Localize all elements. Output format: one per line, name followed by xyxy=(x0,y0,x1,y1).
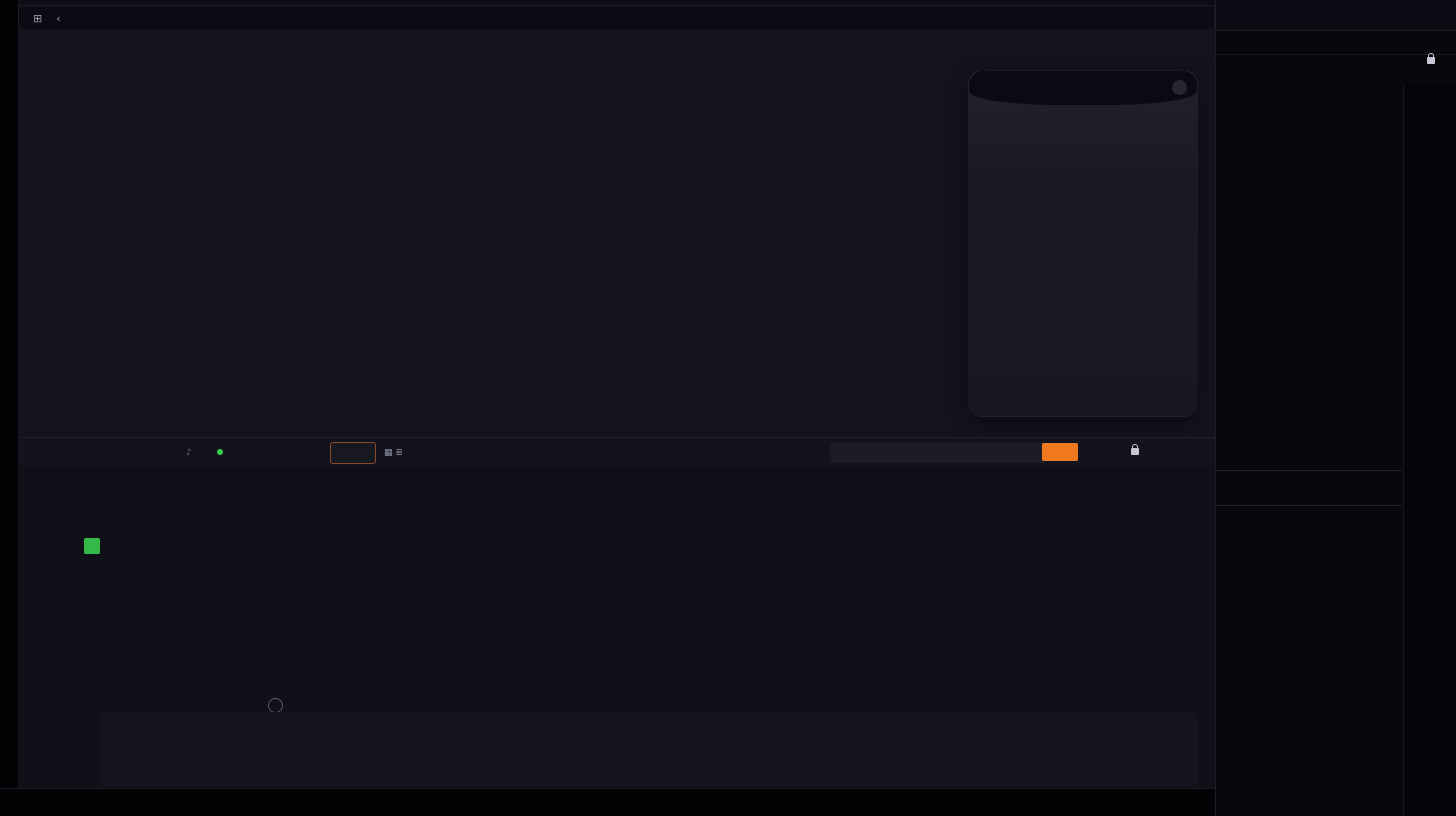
clock-readout xyxy=(1126,448,1139,458)
mute-icon[interactable]: ♪ xyxy=(186,448,192,458)
back-icon[interactable]: ‹ xyxy=(56,12,60,25)
grid-view-icon[interactable]: ▦ ≣ xyxy=(384,448,403,458)
axis-circle-icon[interactable] xyxy=(268,698,283,713)
status-pill[interactable] xyxy=(830,442,1046,463)
lock-icon xyxy=(1422,56,1435,67)
left-edge-strip xyxy=(0,0,19,816)
sidebar-toolbar xyxy=(1216,0,1456,31)
mini-gauges-strip xyxy=(100,712,1198,786)
app-grid-icon[interactable]: ⊞ xyxy=(33,12,42,25)
sidebar-lower-tabs xyxy=(1216,470,1402,506)
right-sidebar xyxy=(1215,0,1456,816)
gauge-widget-card xyxy=(968,70,1198,417)
interval-650-button[interactable] xyxy=(330,442,376,464)
live-dot-icon xyxy=(217,449,223,455)
lock-icon xyxy=(1131,448,1139,455)
sidebar-tabs xyxy=(1216,31,1456,55)
sidebar-header xyxy=(1216,56,1456,82)
buy-button[interactable] xyxy=(1042,443,1078,461)
legend-green-square[interactable] xyxy=(84,538,100,554)
price-rail xyxy=(1403,84,1456,816)
chart-toolbar: ♪ ▦ ≣ xyxy=(18,437,1215,468)
trading-dashboard: ⊞ ‹ ♪ ▦ ≣ xyxy=(0,0,1456,816)
gauge-cap-button[interactable] xyxy=(1172,80,1187,95)
gauge-card-cap xyxy=(969,71,1197,105)
window-titlebar: ⊞ ‹ xyxy=(18,5,1215,31)
price-readout xyxy=(214,448,226,458)
